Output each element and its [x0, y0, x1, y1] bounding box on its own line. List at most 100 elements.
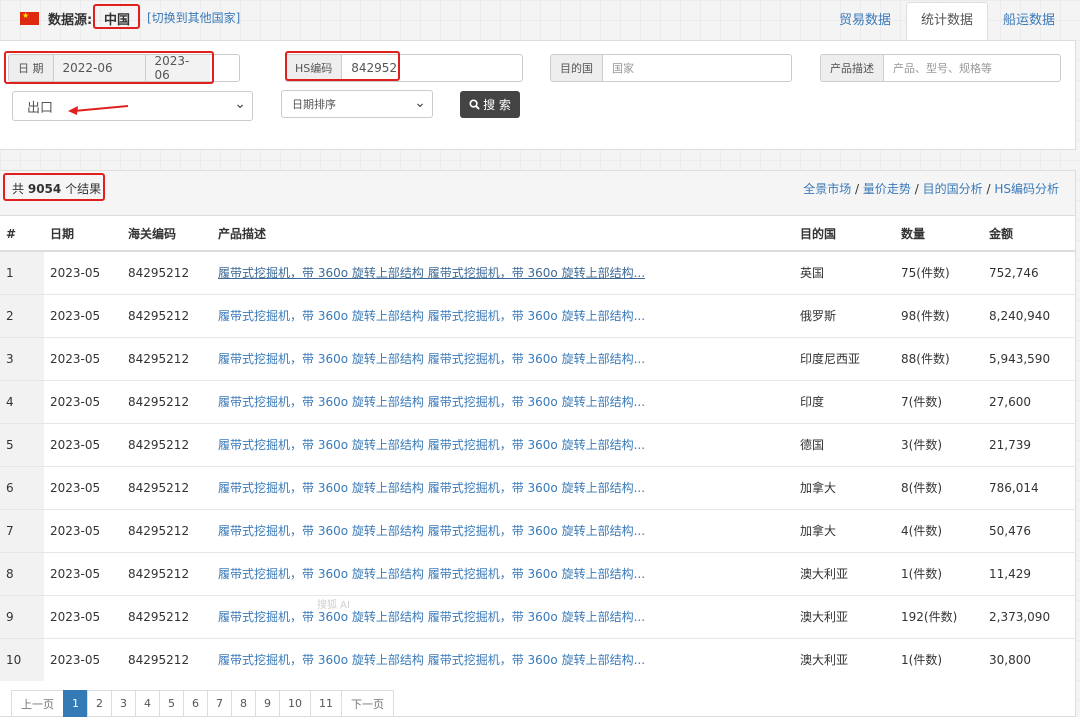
row-quantity-cell: 88(件数)	[895, 336, 983, 380]
row-quantity-cell: 75(件数)	[895, 250, 983, 294]
row-destination: 澳大利亚	[800, 610, 849, 624]
row-destination-cell: 德国	[794, 422, 895, 466]
row-amount-cell: 27,600	[983, 379, 1076, 423]
sort-select[interactable]: 日期排序 ⌄	[281, 90, 433, 118]
row-date: 2023-05	[50, 437, 101, 452]
row-hs-code: 84295212	[128, 523, 190, 538]
chevron-down-icon: ⌄	[414, 95, 426, 111]
product-desc-link[interactable]: 履带式挖掘机，带 360o 旋转上部结构 履带式挖掘机，带 360o 旋转上部结…	[218, 266, 645, 280]
row-product-desc-cell: 履带式挖掘机，带 360o 旋转上部结构 履带式挖掘机，带 360o 旋转上部结…	[212, 465, 794, 509]
row-date: 2023-05	[50, 523, 101, 538]
row-destination-cell: 澳大利亚	[794, 551, 895, 595]
switch-country-link[interactable]: [切换到其他国家]	[147, 9, 240, 26]
page-button-5[interactable]: 5	[159, 690, 184, 717]
hs-code-group: HS编码 842952	[285, 54, 523, 82]
row-date-cell: 2023-05	[44, 594, 122, 638]
row-hs-code: 84295212	[128, 652, 190, 667]
row-amount: 5,943,590	[989, 351, 1051, 366]
product-desc-input[interactable]: 产品、型号、规格等	[884, 55, 1001, 81]
row-date-cell: 2023-05	[44, 293, 122, 337]
page-button-4[interactable]: 4	[135, 690, 160, 717]
product-desc-link[interactable]: 履带式挖掘机，带 360o 旋转上部结构 履带式挖掘机，带 360o 旋转上部结…	[218, 352, 645, 366]
product-desc-link[interactable]: 履带式挖掘机，带 360o 旋转上部结构 履带式挖掘机，带 360o 旋转上部结…	[218, 481, 645, 495]
row-product-desc-cell: 履带式挖掘机，带 360o 旋转上部结构 履带式挖掘机，带 360o 旋转上部结…	[212, 379, 794, 423]
row-product-desc-cell: 履带式挖掘机，带 360o 旋转上部结构 履带式挖掘机，带 360o 旋转上部结…	[212, 336, 794, 380]
row-hs-code: 84295212	[128, 480, 190, 495]
product-desc-link[interactable]: 履带式挖掘机，带 360o 旋转上部结构 履带式挖掘机，带 360o 旋转上部结…	[218, 395, 645, 409]
page-button-7[interactable]: 7	[207, 690, 232, 717]
product-desc-link[interactable]: 履带式挖掘机，带 360o 旋转上部结构 履带式挖掘机，带 360o 旋转上部结…	[218, 567, 645, 581]
page-button-10[interactable]: 10	[279, 690, 311, 717]
row-index-cell: 5	[0, 422, 44, 466]
row-quantity-cell: 1(件数)	[895, 637, 983, 681]
page-button-11[interactable]: 11	[310, 690, 342, 717]
row-hs-code-cell: 84295212	[122, 422, 212, 466]
row-destination: 英国	[800, 266, 825, 281]
top-bar: ★ 数据源: 中国 [切换到其他国家] 贸易数据 统计数据 船运数据	[0, 0, 1080, 40]
date-from-input[interactable]: 2022-06	[53, 55, 146, 81]
row-product-desc-cell: 履带式挖掘机，带 360o 旋转上部结构 履带式挖掘机，带 360o 旋转上部结…	[212, 422, 794, 466]
prev-page-button[interactable]: 上一页	[11, 690, 64, 717]
row-index-cell: 6	[0, 465, 44, 509]
table-row: 6 2023-05 84295212 履带式挖掘机，带 360o 旋转上部结构 履带式…	[0, 465, 1076, 509]
row-quantity: 3(件数)	[901, 438, 942, 452]
link-price-volume-trend[interactable]: 量价走势	[863, 182, 911, 196]
hs-code-input[interactable]: 842952	[342, 55, 406, 81]
link-destination-analysis[interactable]: 目的国分析	[923, 182, 983, 196]
row-date: 2023-05	[50, 652, 101, 667]
row-date: 2023-05	[50, 308, 101, 323]
row-index: 3	[6, 351, 14, 366]
row-hs-code-cell: 84295212	[122, 293, 212, 337]
product-desc-link[interactable]: 履带式挖掘机，带 360o 旋转上部结构 履带式挖掘机，带 360o 旋转上部结…	[218, 438, 645, 452]
row-amount-cell: 50,476	[983, 508, 1076, 552]
row-quantity-cell: 4(件数)	[895, 508, 983, 552]
table-row: 9 2023-05 84295212 履带式挖掘机，带 360o 旋转上部结构 履带式…	[0, 594, 1076, 638]
row-destination-cell: 印度	[794, 379, 895, 423]
row-hs-code-cell: 84295212	[122, 637, 212, 681]
tab-trade-data[interactable]: 贸易数据	[824, 2, 906, 40]
page-button-9[interactable]: 9	[255, 690, 280, 717]
next-page-button[interactable]: 下一页	[341, 690, 394, 717]
row-date: 2023-05	[50, 265, 101, 280]
product-desc-link[interactable]: 履带式挖掘机，带 360o 旋转上部结构 履带式挖掘机，带 360o 旋转上部结…	[218, 653, 645, 667]
link-market-overview[interactable]: 全景市场	[803, 182, 851, 196]
trade-type-value: 出口	[27, 100, 54, 116]
tab-statistics-data[interactable]: 统计数据	[905, 2, 988, 40]
link-hs-code-analysis[interactable]: HS编码分析	[994, 182, 1059, 196]
row-hs-code: 84295212	[128, 308, 190, 323]
row-index-cell: 4	[0, 379, 44, 423]
row-quantity: 88(件数)	[901, 352, 950, 366]
separator: /	[914, 182, 919, 196]
product-desc-link[interactable]: 履带式挖掘机，带 360o 旋转上部结构 履带式挖掘机，带 360o 旋转上部结…	[218, 309, 645, 323]
row-index: 7	[6, 523, 14, 538]
trade-type-select[interactable]: 出口 ⌄	[12, 91, 253, 121]
tab-shipping-data[interactable]: 船运数据	[988, 2, 1070, 40]
row-product-desc-cell: 履带式挖掘机，带 360o 旋转上部结构 履带式挖掘机，带 360o 旋转上部结…	[212, 293, 794, 337]
row-amount-cell: 5,943,590	[983, 336, 1076, 380]
row-hs-code: 84295212	[128, 437, 190, 452]
col-amount: 金额	[983, 217, 1076, 252]
row-destination: 澳大利亚	[800, 653, 849, 668]
row-amount: 11,429	[989, 566, 1031, 581]
row-hs-code-cell: 84295212	[122, 551, 212, 595]
row-quantity-cell: 7(件数)	[895, 379, 983, 423]
table-row: 4 2023-05 84295212 履带式挖掘机，带 360o 旋转上部结构 履带式…	[0, 379, 1076, 423]
row-product-desc-cell: 履带式挖掘机，带 360o 旋转上部结构 履带式挖掘机，带 360o 旋转上部结…	[212, 594, 794, 638]
page-button-2[interactable]: 2	[87, 690, 112, 717]
chevron-down-icon: ⌄	[234, 96, 246, 112]
page-button-6[interactable]: 6	[183, 690, 208, 717]
analysis-links: 全景市场 / 量价走势 / 目的国分析 / HS编码分析	[803, 180, 1059, 197]
product-desc-link[interactable]: 履带式挖掘机，带 360o 旋转上部结构 履带式挖掘机，带 360o 旋转上部结…	[218, 610, 645, 624]
row-hs-code: 84295212	[128, 351, 190, 366]
page-button-8[interactable]: 8	[231, 690, 256, 717]
product-desc-link[interactable]: 履带式挖掘机，带 360o 旋转上部结构 履带式挖掘机，带 360o 旋转上部结…	[218, 524, 645, 538]
date-to-input[interactable]: 2023-06	[145, 55, 210, 81]
hs-code-label: HS编码	[286, 55, 343, 81]
page-button-3[interactable]: 3	[111, 690, 136, 717]
col-hs-code: 海关编码	[122, 217, 212, 252]
row-index-cell: 2	[0, 293, 44, 337]
page-button-1[interactable]: 1	[63, 690, 88, 717]
search-button[interactable]: 搜 索	[460, 91, 520, 118]
destination-input[interactable]: 国家	[603, 55, 643, 81]
row-destination-cell: 印度尼西亚	[794, 336, 895, 380]
